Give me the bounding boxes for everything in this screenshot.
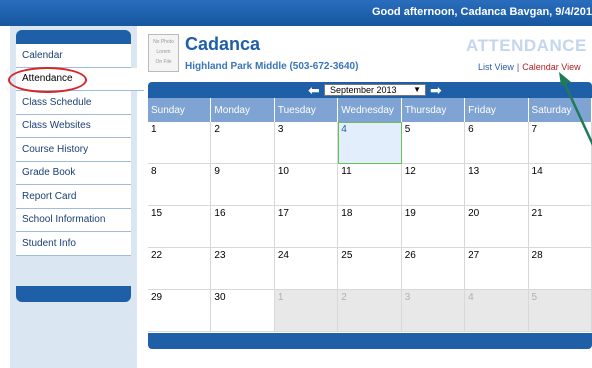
calendar-nav-bar: ⬅ September 2013 ▼ ➡	[148, 82, 592, 98]
photo-text-line: Lorem	[156, 49, 171, 55]
calendar-day-cell[interactable]: 4	[338, 122, 402, 164]
calendar-day-cell[interactable]: 19	[401, 206, 466, 248]
calendar-day-cell[interactable]: 25	[338, 248, 402, 290]
student-photo-placeholder: No Photo Lorem On File	[148, 34, 179, 72]
photo-text-line: No Photo	[153, 39, 174, 45]
arrow-left-icon[interactable]: ⬅	[308, 83, 320, 97]
pointer-arrow-icon	[559, 72, 592, 146]
month-dropdown-value: September 2013	[330, 85, 397, 95]
calendar-day-cell[interactable]: 20	[465, 206, 529, 248]
main-content: No Photo Lorem On File Cadanca Highland …	[141, 30, 592, 368]
calendar-day-cell[interactable]: 24	[274, 248, 339, 290]
calendar-day-cell[interactable]: 30	[211, 290, 275, 332]
calendar-day-cell[interactable]: 14	[528, 164, 592, 206]
calendar-week-row: 8 9 10 11 12 13 14	[148, 164, 592, 206]
calendar-week-row: 15 16 17 18 19 20 21	[148, 206, 592, 248]
caret-down-icon: ▼	[413, 85, 421, 94]
sidebar-item-course-history[interactable]: Course History	[16, 138, 131, 162]
calendar-day-cell[interactable]: 12	[401, 164, 466, 206]
calendar-day-cell[interactable]: 28	[528, 248, 592, 290]
calendar-day-cell[interactable]: 9	[211, 164, 275, 206]
calendar-day-cell[interactable]: 8	[148, 164, 212, 206]
sidebar-item-class-websites[interactable]: Class Websites	[16, 114, 131, 138]
photo-text-line: On File	[155, 59, 172, 65]
calendar-week-row: 29 30 1 2 3 4 5	[148, 290, 592, 332]
month-dropdown[interactable]: September 2013 ▼	[324, 84, 426, 96]
calendar-day-cell[interactable]: 22	[148, 248, 212, 290]
calendar-day-cell[interactable]: 26	[401, 248, 466, 290]
day-header: Tuesday	[275, 98, 339, 122]
day-header: Monday	[211, 98, 275, 122]
calendar-footer-bar	[148, 333, 592, 349]
calendar-day-cell[interactable]: 27	[465, 248, 529, 290]
calendar-day-cell[interactable]: 15	[148, 206, 212, 248]
calendar-day-cell[interactable]: 3	[274, 122, 339, 164]
calendar-day-cell[interactable]: 3	[401, 290, 466, 332]
calendar-day-cell[interactable]: 29	[148, 290, 212, 332]
calendar-day-cell[interactable]: 1	[148, 122, 212, 164]
calendar-day-cell[interactable]: 2	[211, 122, 275, 164]
calendar-day-cell[interactable]: 5	[401, 122, 466, 164]
calendar-day-cell[interactable]: 13	[465, 164, 529, 206]
sidebar-item-grade-book[interactable]: Grade Book	[16, 161, 131, 185]
highlight-circle	[8, 67, 87, 93]
calendar-day-cell[interactable]: 16	[211, 206, 275, 248]
sidebar-item-calendar[interactable]: Calendar	[16, 44, 131, 68]
calendar-day-cell[interactable]: 17	[274, 206, 339, 248]
calendar-week-row: 1234567	[148, 122, 592, 164]
calendar-week-row: 22 23 24 25 26 27 28	[148, 248, 592, 290]
calendar-day-cell[interactable]: 21	[528, 206, 592, 248]
sidebar-item-report-card[interactable]: Report Card	[16, 185, 131, 209]
calendar-grid: 1 2 3 4 5 6 7 8 9 10 11 12 13 14 15 16 17 18 19 20 21 22 23 24 2…	[148, 122, 592, 332]
day-header: Friday	[465, 98, 529, 122]
view-separator: |	[516, 62, 520, 72]
day-header-row: Sunday Monday Tuesday Wednesday Thursday…	[148, 98, 592, 122]
day-header: Thursday	[402, 98, 466, 122]
calendar-day-cell[interactable]: 10	[274, 164, 339, 206]
page-title: ATTENDANCE	[466, 36, 587, 55]
calendar-day-cell[interactable]: 1	[274, 290, 339, 332]
arrow-right-icon[interactable]: ➡	[430, 83, 442, 97]
day-header: Sunday	[148, 98, 212, 122]
sidebar-cap-top	[16, 30, 131, 44]
sidebar-item-class-schedule[interactable]: Class Schedule	[16, 91, 131, 115]
sidebar-item-student-info[interactable]: Student Info	[16, 232, 131, 256]
school-info: Highland Park Middle (503-672-3640)	[185, 61, 359, 72]
calendar-day-cell[interactable]: 5	[528, 290, 592, 332]
sidebar-cap-bottom	[16, 286, 131, 302]
calendar-day-cell[interactable]: 18	[338, 206, 402, 248]
calendar-day-cell[interactable]: 4	[465, 290, 529, 332]
student-name: Cadanca	[185, 34, 261, 54]
greeting-text: Good afternoon, Cadanca Bavgan, 9/4/201	[371, 6, 592, 18]
day-header: Wednesday	[338, 98, 402, 122]
calendar-day-cell[interactable]: 11	[338, 164, 402, 206]
list-view-link[interactable]: List View	[478, 62, 514, 72]
calendar-day-cell[interactable]: 6	[465, 122, 529, 164]
calendar-day-cell[interactable]: 2	[338, 290, 402, 332]
calendar-day-cell[interactable]: 23	[211, 248, 275, 290]
top-header-bar: Good afternoon, Cadanca Bavgan, 9/4/201	[0, 0, 592, 26]
sidebar-item-school-information[interactable]: School Information	[16, 208, 131, 232]
